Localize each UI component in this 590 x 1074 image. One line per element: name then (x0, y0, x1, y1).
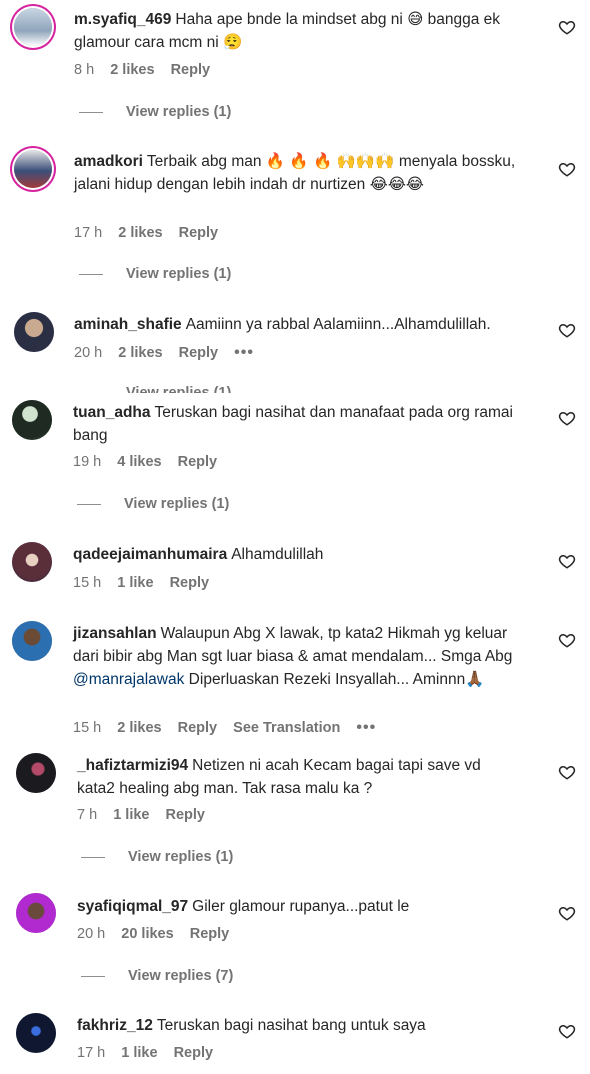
view-replies-button[interactable]: View replies (1) (77, 496, 229, 512)
comment-body: m.syafiq_469 Haha ape bnde la mindset abg… (74, 8, 522, 54)
view-replies-button[interactable]: View replies (1) (79, 266, 231, 282)
heart-outline-icon[interactable] (558, 904, 576, 922)
divider-line (81, 975, 105, 977)
reply-button[interactable]: Reply (171, 62, 211, 78)
comment-username[interactable]: qadeejaimanhumaira (73, 546, 227, 563)
avatar[interactable] (14, 312, 54, 352)
view-replies-button[interactable]: View replies (1) (79, 385, 231, 393)
reply-button[interactable]: Reply (170, 575, 210, 591)
avatar[interactable] (12, 400, 52, 440)
avatar[interactable] (16, 893, 56, 933)
view-replies-label: View replies (1) (128, 849, 234, 865)
comment-username[interactable]: fakhriz_12 (77, 1017, 153, 1034)
comment-username[interactable]: amadkori (74, 153, 143, 170)
heart-outline-icon[interactable] (558, 409, 576, 427)
comment-text: Teruskan bagi nasihat bang untuk saya (156, 1017, 426, 1034)
heart-outline-icon[interactable] (558, 18, 576, 36)
divider-line (77, 503, 101, 505)
see-translation-button[interactable]: See Translation (233, 720, 340, 736)
comment-meta: 15 h 1 like Reply (73, 575, 221, 591)
comment-time: 17 h (77, 1045, 106, 1061)
comment-time: 7 h (77, 807, 98, 823)
heart-outline-icon[interactable] (558, 1022, 576, 1040)
view-replies-label: View replies (1) (126, 104, 232, 120)
comment-body: qadeejaimanhumaira Alhamdulillah (73, 543, 522, 566)
avatar[interactable] (12, 542, 52, 582)
comment-username[interactable]: aminah_shafie (74, 316, 182, 333)
more-options-icon[interactable]: ••• (234, 344, 254, 361)
avatar[interactable] (16, 1013, 56, 1053)
comment-time: 17 h (74, 225, 103, 241)
comment-likes[interactable]: 2 likes (118, 345, 162, 361)
comment-username[interactable]: jizansahlan (73, 625, 157, 642)
view-replies-label: View replies (1) (126, 385, 232, 393)
heart-outline-icon[interactable] (558, 552, 576, 570)
comment-likes[interactable]: 1 like (121, 1045, 157, 1061)
heart-outline-icon[interactable] (558, 160, 576, 178)
comment-likes[interactable]: 2 likes (117, 720, 161, 736)
comment-meta: 7 h 1 like Reply (77, 807, 217, 823)
comment-meta: 20 h 20 likes Reply (77, 926, 241, 942)
comment-time: 8 h (74, 62, 95, 78)
comment-text: Alhamdulillah (231, 546, 324, 563)
view-replies-label: View replies (1) (124, 496, 230, 512)
comment-likes[interactable]: 1 like (117, 575, 153, 591)
heart-outline-icon[interactable] (558, 631, 576, 649)
avatar[interactable] (14, 8, 52, 46)
comment-text-after: Diperluaskan Rezeki Insyallah... Aminnn🙏… (184, 671, 485, 688)
comment-username[interactable]: m.syafiq_469 (74, 11, 171, 28)
avatar[interactable] (14, 150, 52, 188)
comment-likes[interactable]: 2 likes (118, 225, 162, 241)
reply-button[interactable]: Reply (179, 345, 219, 361)
view-replies-button[interactable]: View replies (1) (81, 849, 233, 865)
divider-line (79, 111, 103, 113)
heart-outline-icon[interactable] (558, 763, 576, 781)
comment-time: 19 h (73, 454, 102, 470)
reply-button[interactable]: Reply (174, 1045, 214, 1061)
comment-likes[interactable]: 2 likes (110, 62, 154, 78)
comment-likes[interactable]: 4 likes (117, 454, 161, 470)
comment-text: Giler glamour rupanya...patut le (192, 898, 410, 915)
reply-button[interactable]: Reply (179, 225, 219, 241)
reply-button[interactable]: Reply (166, 807, 206, 823)
comment-body: syafiqiqmal_97 Giler glamour rupanya...pa… (77, 895, 522, 918)
comment-time: 20 h (77, 926, 106, 942)
comment-body: tuan_adha Teruskan bagi nasihat dan manaf… (73, 401, 522, 447)
comment-username[interactable]: tuan_adha (73, 404, 151, 421)
view-replies-label: View replies (7) (128, 968, 234, 984)
comment-body: jizansahlan Walaupun Abg X lawak, tp kata… (73, 622, 522, 691)
view-replies-button[interactable]: View replies (7) (81, 968, 233, 984)
mention-link[interactable]: @manrajalawak (73, 671, 184, 688)
view-replies-button[interactable]: View replies (1) (79, 104, 231, 120)
more-options-icon[interactable]: ••• (356, 719, 376, 736)
divider-line (79, 273, 103, 275)
comment-time: 20 h (74, 345, 103, 361)
comment-meta: 8 h 2 likes Reply (74, 62, 222, 78)
reply-button[interactable]: Reply (190, 926, 230, 942)
comment-body: _hafiztarmizi94 Netizen ni acah Kecam bag… (77, 754, 522, 800)
comment-time: 15 h (73, 720, 102, 736)
comment-meta: 19 h 4 likes Reply (73, 454, 229, 470)
avatar[interactable] (16, 753, 56, 793)
reply-button[interactable]: Reply (178, 454, 218, 470)
comment-body: aminah_shafie Aamiinn ya rabbal Aalamiinn… (74, 313, 522, 336)
comment-meta: 20 h 2 likes Reply ••• (74, 344, 266, 362)
comment-body: fakhriz_12 Teruskan bagi nasihat bang unt… (77, 1014, 522, 1037)
comment-text: Aamiinn ya rabbal Aalamiinn...Alhamdulil… (185, 316, 491, 333)
comment-meta: 15 h 2 likes Reply See Translation ••• (73, 719, 388, 737)
comment-username[interactable]: _hafiztarmizi94 (77, 757, 188, 774)
comment-likes[interactable]: 20 likes (121, 926, 173, 942)
view-replies-label: View replies (1) (126, 266, 232, 282)
heart-outline-icon[interactable] (558, 321, 576, 339)
reply-button[interactable]: Reply (178, 720, 218, 736)
comment-likes[interactable]: 1 like (113, 807, 149, 823)
comment-body: amadkori Terbaik abg man 🔥 🔥 🔥 🙌🙌🙌 menyal… (74, 150, 522, 196)
divider-line (81, 856, 105, 858)
comment-time: 15 h (73, 575, 102, 591)
avatar[interactable] (12, 621, 52, 661)
comment-username[interactable]: syafiqiqmal_97 (77, 898, 188, 915)
comment-meta: 17 h 2 likes Reply (74, 225, 230, 241)
comment-meta: 17 h 1 like Reply (77, 1045, 225, 1061)
